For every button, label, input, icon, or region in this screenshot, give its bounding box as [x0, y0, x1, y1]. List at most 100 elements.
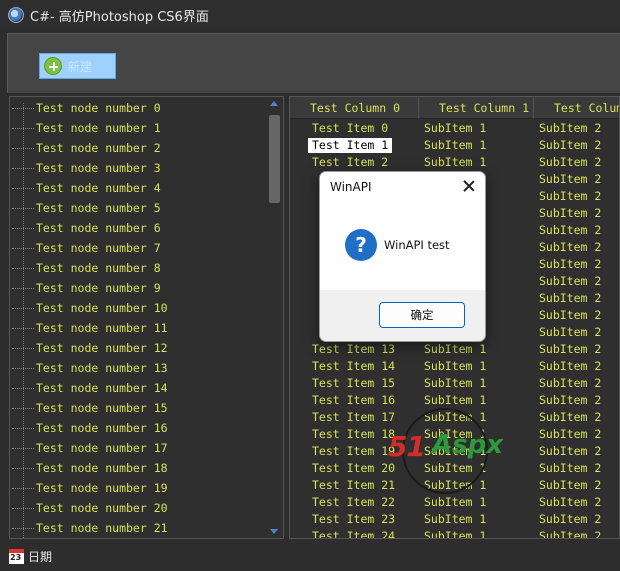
scroll-down-arrow-icon[interactable] — [270, 529, 278, 534]
list-cell: SubItem 2 — [539, 257, 602, 271]
list-cell: SubItem 2 — [539, 325, 602, 339]
tree-branch-line — [12, 167, 34, 169]
status-text: 日期 — [28, 549, 53, 564]
list-cell: Test Item 0 — [312, 121, 389, 135]
ok-button[interactable]: 确定 — [379, 302, 465, 328]
column-header-0[interactable]: Test Column 0 — [290, 97, 419, 119]
tree-node-label: Test node number 3 — [36, 161, 161, 175]
list-cell: SubItem 2 — [539, 495, 602, 509]
list-cell: Test Item 21 — [312, 478, 396, 492]
list-cell: SubItem 2 — [539, 155, 602, 169]
list-cell: SubItem 1 — [424, 529, 487, 539]
tree-node-label: Test node number 13 — [36, 361, 168, 375]
tree-node[interactable]: Test node number 16 — [10, 418, 168, 438]
list-cell: SubItem 2 — [539, 274, 602, 288]
column-header-1[interactable]: Test Column 1 — [419, 97, 534, 119]
tree-branch-line — [12, 387, 34, 389]
dialog-title: WinAPI — [330, 180, 372, 194]
tree-branch-line — [12, 187, 34, 189]
tree-branch-line — [12, 267, 34, 269]
watermark-logo: 51 Aspx — [388, 408, 512, 494]
list-cell: SubItem 2 — [539, 376, 602, 390]
list-cell: SubItem 2 — [539, 172, 602, 186]
tree-node[interactable]: Test node number 10 — [10, 298, 168, 318]
tree-node[interactable]: Test node number 2 — [10, 138, 161, 158]
tree-node[interactable]: Test node number 12 — [10, 338, 168, 358]
new-button-label: 新建 — [68, 59, 93, 74]
tree-node-label: Test node number 12 — [36, 341, 168, 355]
scroll-up-arrow-icon[interactable] — [270, 101, 278, 106]
list-cell: SubItem 1 — [424, 155, 487, 169]
window-title: C#- 高仿Photoshop CS6界面 — [30, 9, 209, 25]
list-cell: Test Item 16 — [312, 393, 396, 407]
tree-node-label: Test node number 5 — [36, 201, 161, 215]
list-cell: Test Item 15 — [312, 376, 396, 390]
tree-branch-line — [12, 507, 34, 509]
tree-node[interactable]: Test node number 18 — [10, 458, 168, 478]
tree-node[interactable]: Test node number 11 — [10, 318, 168, 338]
list-cell: SubItem 1 — [424, 342, 487, 356]
tree-node[interactable]: Test node number 0 — [10, 98, 161, 118]
tree-node[interactable]: Test node number 7 — [10, 238, 161, 258]
tree-node[interactable]: Test node number 21 — [10, 518, 168, 538]
tree-node[interactable]: Test node number 6 — [10, 218, 161, 238]
tree-node-label: Test node number 0 — [36, 101, 161, 115]
column-header-2[interactable]: Test Column — [534, 97, 619, 119]
tree-node-label: Test node number 9 — [36, 281, 161, 295]
tree-node[interactable]: Test node number 3 — [10, 158, 161, 178]
tree-branch-line — [12, 127, 34, 129]
toolbar: 新建 — [7, 33, 620, 93]
list-cell: Test Item 13 — [312, 342, 396, 356]
dialog-body: ? WinAPI test — [320, 202, 485, 290]
list-cell: SubItem 2 — [539, 240, 602, 254]
list-cell: Test Item 14 — [312, 359, 396, 373]
list-cell: SubItem 2 — [539, 342, 602, 356]
tree-branch-line — [12, 307, 34, 309]
new-button[interactable]: 新建 — [39, 53, 116, 79]
tree-node[interactable]: Test node number 9 — [10, 278, 161, 298]
tree-node-label: Test node number 11 — [36, 321, 168, 335]
tree-node-label: Test node number 1 — [36, 121, 161, 135]
tree-branch-line — [12, 287, 34, 289]
list-cell: SubItem 1 — [424, 138, 487, 152]
tree-branch-line — [12, 487, 34, 489]
tree-node[interactable]: Test node number 4 — [10, 178, 161, 198]
tree-node[interactable]: Test node number 20 — [10, 498, 168, 518]
list-cell: SubItem 1 — [424, 512, 487, 526]
list-cell: SubItem 2 — [539, 206, 602, 220]
list-cell: Test Item 18 — [312, 427, 396, 441]
tree-node[interactable]: Test node number 14 — [10, 378, 168, 398]
watermark-green-text: Aspx — [432, 430, 503, 460]
list-cell: SubItem 2 — [539, 461, 602, 475]
list-cell: Test Item 22 — [312, 495, 396, 509]
tree-node[interactable]: Test node number 17 — [10, 438, 168, 458]
tree-view[interactable]: Test node number 0 Test node number 1 Test… — [9, 96, 284, 539]
tree-branch-line — [12, 427, 34, 429]
title-bar[interactable]: C#- 高仿Photoshop CS6界面 — [0, 0, 620, 30]
tree-scrollbar[interactable] — [266, 97, 283, 538]
list-cell: Test Item 19 — [312, 444, 396, 458]
tree-node[interactable]: Test node number 13 — [10, 358, 168, 378]
tree-branch-line — [12, 347, 34, 349]
list-cell: Test Item 24 — [312, 529, 396, 539]
scroll-thumb[interactable] — [269, 115, 280, 203]
tree-branch-line — [12, 527, 34, 529]
tree-node-label: Test node number 15 — [36, 401, 168, 415]
tree-node[interactable]: Test node number 19 — [10, 478, 168, 498]
tree-node-label: Test node number 2 — [36, 141, 161, 155]
calendar-icon — [9, 548, 24, 564]
tree-node-label: Test node number 17 — [36, 441, 168, 455]
tree-node[interactable]: Test node number 5 — [10, 198, 161, 218]
tree-branch-line — [12, 147, 34, 149]
tree-node-label: Test node number 8 — [36, 261, 161, 275]
list-cell: SubItem 2 — [539, 121, 602, 135]
tree-node-label: Test node number 7 — [36, 241, 161, 255]
status-bar: 日期 — [0, 541, 620, 571]
tree-node-label: Test node number 16 — [36, 421, 168, 435]
dialog-title-bar[interactable]: WinAPI — [320, 172, 485, 202]
close-icon[interactable] — [461, 178, 477, 194]
tree-node[interactable]: Test node number 8 — [10, 258, 161, 278]
list-cell: Test Item 23 — [312, 512, 396, 526]
tree-node[interactable]: Test node number 15 — [10, 398, 168, 418]
tree-node[interactable]: Test node number 1 — [10, 118, 161, 138]
